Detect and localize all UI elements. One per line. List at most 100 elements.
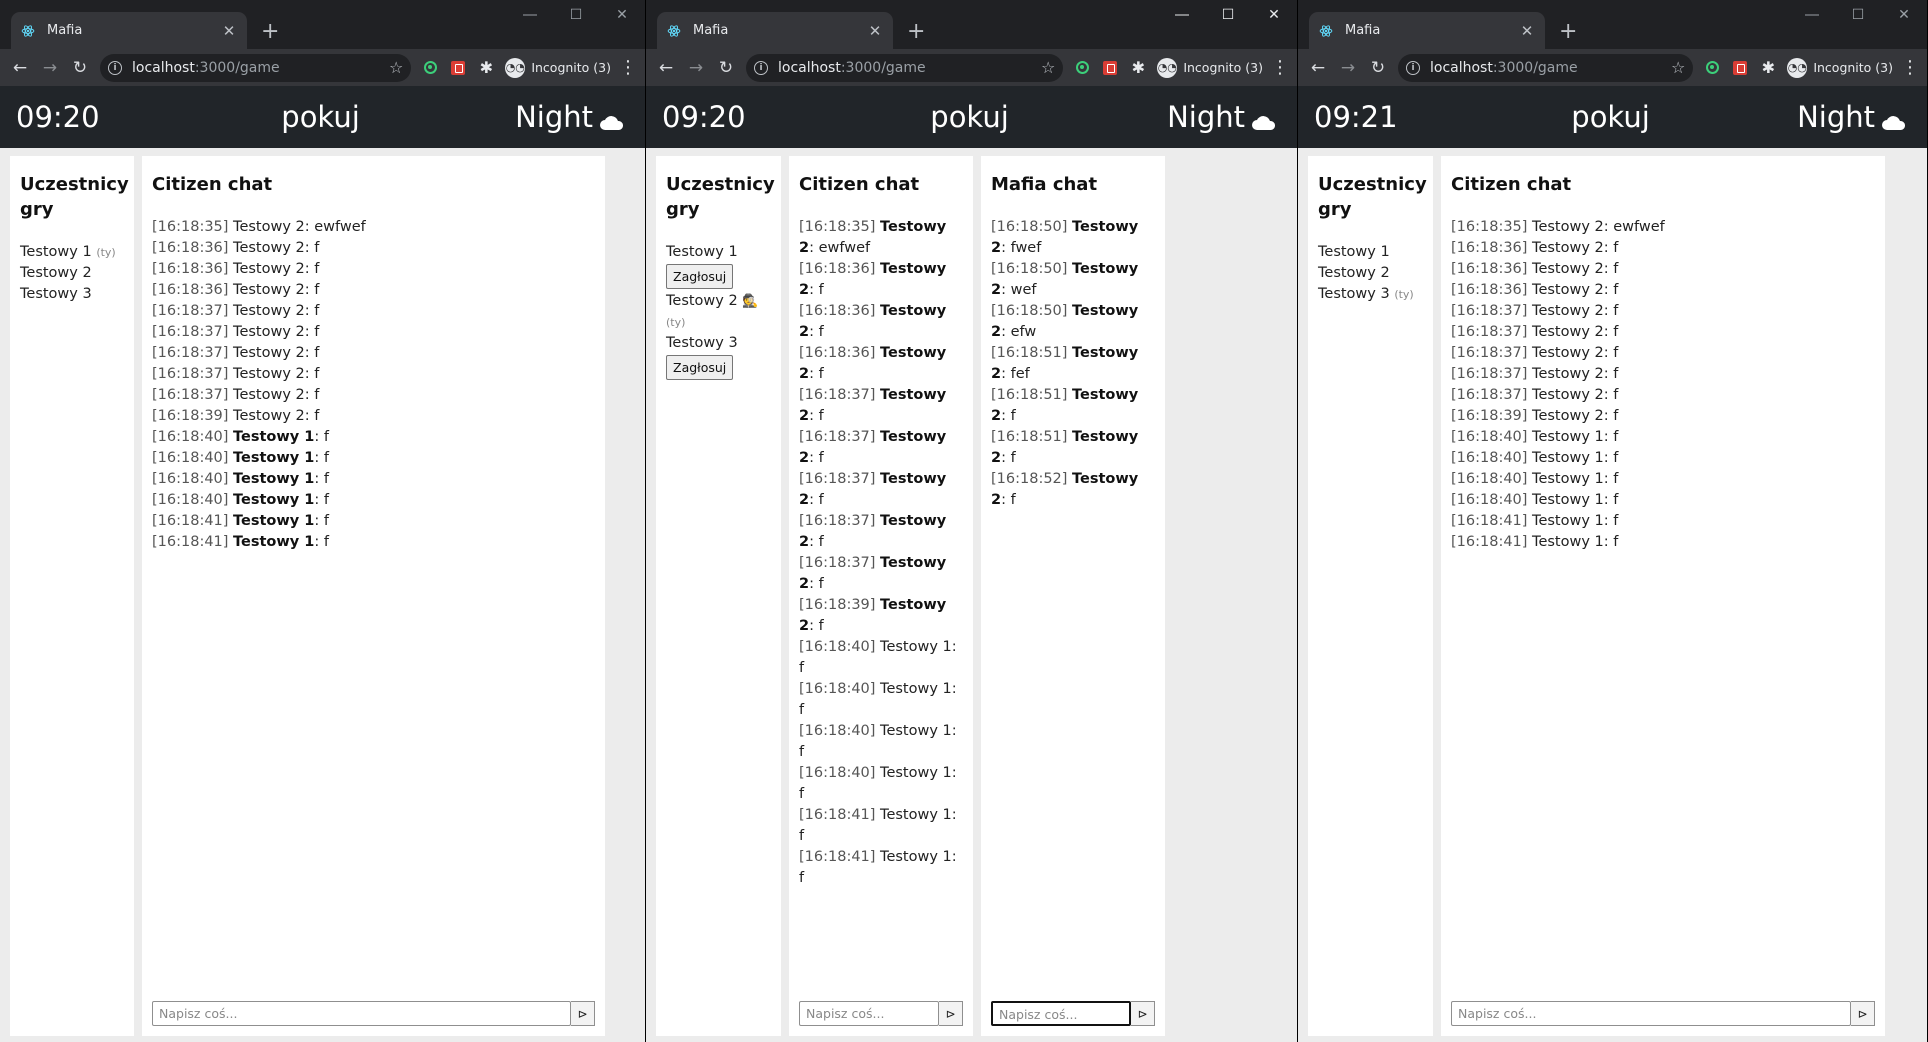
url-text: localhost:3000/game — [778, 59, 926, 76]
mafia-chat-message-input[interactable]: Napisz coś... — [991, 1001, 1131, 1026]
participant-name: Testowy 3 — [666, 335, 738, 352]
message-text: : f — [809, 576, 824, 593]
message-text: : f — [1603, 261, 1619, 278]
message-timestamp: [16:18:37] — [799, 555, 881, 572]
forward-button[interactable]: → — [36, 54, 64, 82]
new-tab-button[interactable]: + — [1559, 21, 1577, 43]
extension-green-icon[interactable] — [1069, 55, 1095, 81]
game-content: Uczestnicy gry Testowy 1 Testowy 2 Testowy … — [1298, 148, 1927, 1042]
browser-menu-icon[interactable]: ⋮ — [1269, 57, 1291, 78]
message-text: : f — [1001, 450, 1016, 467]
message-text: : f — [1603, 387, 1619, 404]
message-text: : ewfwef — [304, 219, 366, 236]
reload-button[interactable]: ↻ — [1364, 54, 1392, 82]
close-window-button[interactable]: ✕ — [1251, 0, 1297, 30]
chat-message: [16:18:41] Testowy 1: f — [799, 805, 963, 847]
message-timestamp: [16:18:37] — [799, 387, 881, 404]
maximize-button[interactable]: ☐ — [1205, 0, 1251, 30]
participants-title: Uczestnicy gry — [20, 174, 129, 221]
message-author: Testowy 1 — [880, 765, 952, 782]
browser-tab[interactable]: Mafia ✕ — [11, 12, 247, 49]
message-text: : f — [1603, 534, 1619, 551]
browser-tab[interactable]: Mafia ✕ — [657, 12, 893, 49]
address-bar[interactable]: i localhost:3000/game ☆ — [746, 53, 1064, 82]
message-timestamp: [16:18:35] — [799, 219, 881, 236]
message-timestamp: [16:18:51] — [991, 387, 1073, 404]
citizen-chat-message-input[interactable]: Napisz coś... — [1451, 1001, 1851, 1026]
reload-button[interactable]: ↻ — [712, 54, 740, 82]
chat-message: [16:18:36] Testowy 2: f — [799, 301, 963, 343]
vote-button[interactable]: Zagłosuj — [666, 355, 734, 381]
browser-menu-icon[interactable]: ⋮ — [1899, 57, 1921, 78]
bookmark-star-icon[interactable]: ☆ — [389, 58, 403, 77]
close-tab-icon[interactable]: ✕ — [867, 22, 883, 40]
minimize-button[interactable]: ― — [507, 0, 553, 30]
site-info-icon[interactable]: i — [108, 60, 122, 75]
maximize-button[interactable]: ☐ — [1835, 0, 1881, 30]
browser-menu-icon[interactable]: ⋮ — [617, 57, 639, 78]
close-window-button[interactable]: ✕ — [1881, 0, 1927, 30]
message-author: Testowy 2 — [233, 240, 305, 257]
forward-button[interactable]: → — [1334, 54, 1362, 82]
chat-message: [16:18:37] Testowy 2: f — [799, 385, 963, 427]
message-text: : f — [304, 282, 320, 299]
send-icon[interactable]: ⊳ — [1131, 1001, 1155, 1026]
back-button[interactable]: ← — [6, 54, 34, 82]
address-bar[interactable]: i localhost:3000/game ☆ — [100, 53, 412, 82]
send-icon[interactable]: ⊳ — [939, 1001, 963, 1026]
extension-red-icon[interactable] — [1727, 55, 1753, 81]
message-author: Testowy 2 — [1532, 324, 1604, 341]
minimize-button[interactable]: ― — [1159, 0, 1205, 30]
chat-message: [16:18:40] Testowy 1: f — [152, 469, 595, 490]
message-text: : f — [1603, 471, 1619, 488]
incognito-button[interactable]: ◔◔ Incognito (3) — [1153, 55, 1267, 81]
bookmark-star-icon[interactable]: ☆ — [1671, 58, 1685, 77]
message-text: : f — [304, 240, 320, 257]
chat-message: [16:18:37] Testowy 2: f — [799, 427, 963, 469]
close-window-button[interactable]: ✕ — [599, 0, 645, 30]
close-tab-icon[interactable]: ✕ — [221, 22, 237, 40]
extension-red-icon[interactable] — [1097, 55, 1123, 81]
incognito-button[interactable]: ◔◔ Incognito (3) — [501, 55, 615, 81]
site-info-icon[interactable]: i — [754, 60, 768, 75]
new-tab-button[interactable]: + — [261, 21, 279, 43]
message-timestamp: [16:18:35] — [152, 219, 234, 236]
address-bar[interactable]: i localhost:3000/game ☆ — [1398, 53, 1694, 82]
reload-button[interactable]: ↻ — [66, 54, 94, 82]
send-icon[interactable]: ⊳ — [1851, 1001, 1875, 1026]
message-timestamp: [16:18:37] — [152, 324, 234, 341]
forward-button[interactable]: → — [682, 54, 710, 82]
extension-red-icon[interactable] — [445, 55, 471, 81]
chat-message: [16:18:40] Testowy 1: f — [799, 721, 963, 763]
back-button[interactable]: ← — [652, 54, 680, 82]
citizen-chat-message-input[interactable]: Napisz coś... — [799, 1001, 939, 1026]
extensions-puzzle-icon[interactable]: ✱ — [1755, 55, 1781, 81]
browser-tab[interactable]: Mafia ✕ — [1309, 12, 1545, 49]
chat-message: [16:18:37] Testowy 2: f — [1451, 343, 1875, 364]
message-text: : f — [809, 324, 824, 341]
new-tab-button[interactable]: + — [907, 21, 925, 43]
bookmark-star-icon[interactable]: ☆ — [1041, 58, 1055, 77]
extensions-puzzle-icon[interactable]: ✱ — [1125, 55, 1151, 81]
site-info-icon[interactable]: i — [1406, 60, 1420, 75]
message-text: : f — [314, 513, 329, 530]
message-timestamp: [16:18:36] — [799, 303, 881, 320]
chat-message: [16:18:37] Testowy 2: f — [152, 301, 595, 322]
minimize-button[interactable]: ― — [1789, 0, 1835, 30]
citizen-chat-input-row: Napisz coś... ⊳ — [799, 1001, 963, 1026]
room-name: pokuj — [1571, 100, 1650, 134]
send-icon[interactable]: ⊳ — [571, 1001, 595, 1026]
back-button[interactable]: ← — [1304, 54, 1332, 82]
message-timestamp: [16:18:40] — [799, 681, 881, 698]
extension-green-icon[interactable] — [1699, 55, 1725, 81]
participants-title: Uczestnicy gry — [666, 174, 775, 221]
extensions-puzzle-icon[interactable]: ✱ — [473, 55, 499, 81]
tab-title: Mafia — [47, 23, 83, 38]
citizen-chat-message-input[interactable]: Napisz coś... — [152, 1001, 571, 1026]
message-author: Testowy 2 — [1532, 387, 1604, 404]
incognito-button[interactable]: ◔◔ Incognito (3) — [1783, 55, 1897, 81]
extension-green-icon[interactable] — [417, 55, 443, 81]
close-tab-icon[interactable]: ✕ — [1519, 22, 1535, 40]
vote-button[interactable]: Zagłosuj — [666, 264, 734, 290]
maximize-button[interactable]: ☐ — [553, 0, 599, 30]
